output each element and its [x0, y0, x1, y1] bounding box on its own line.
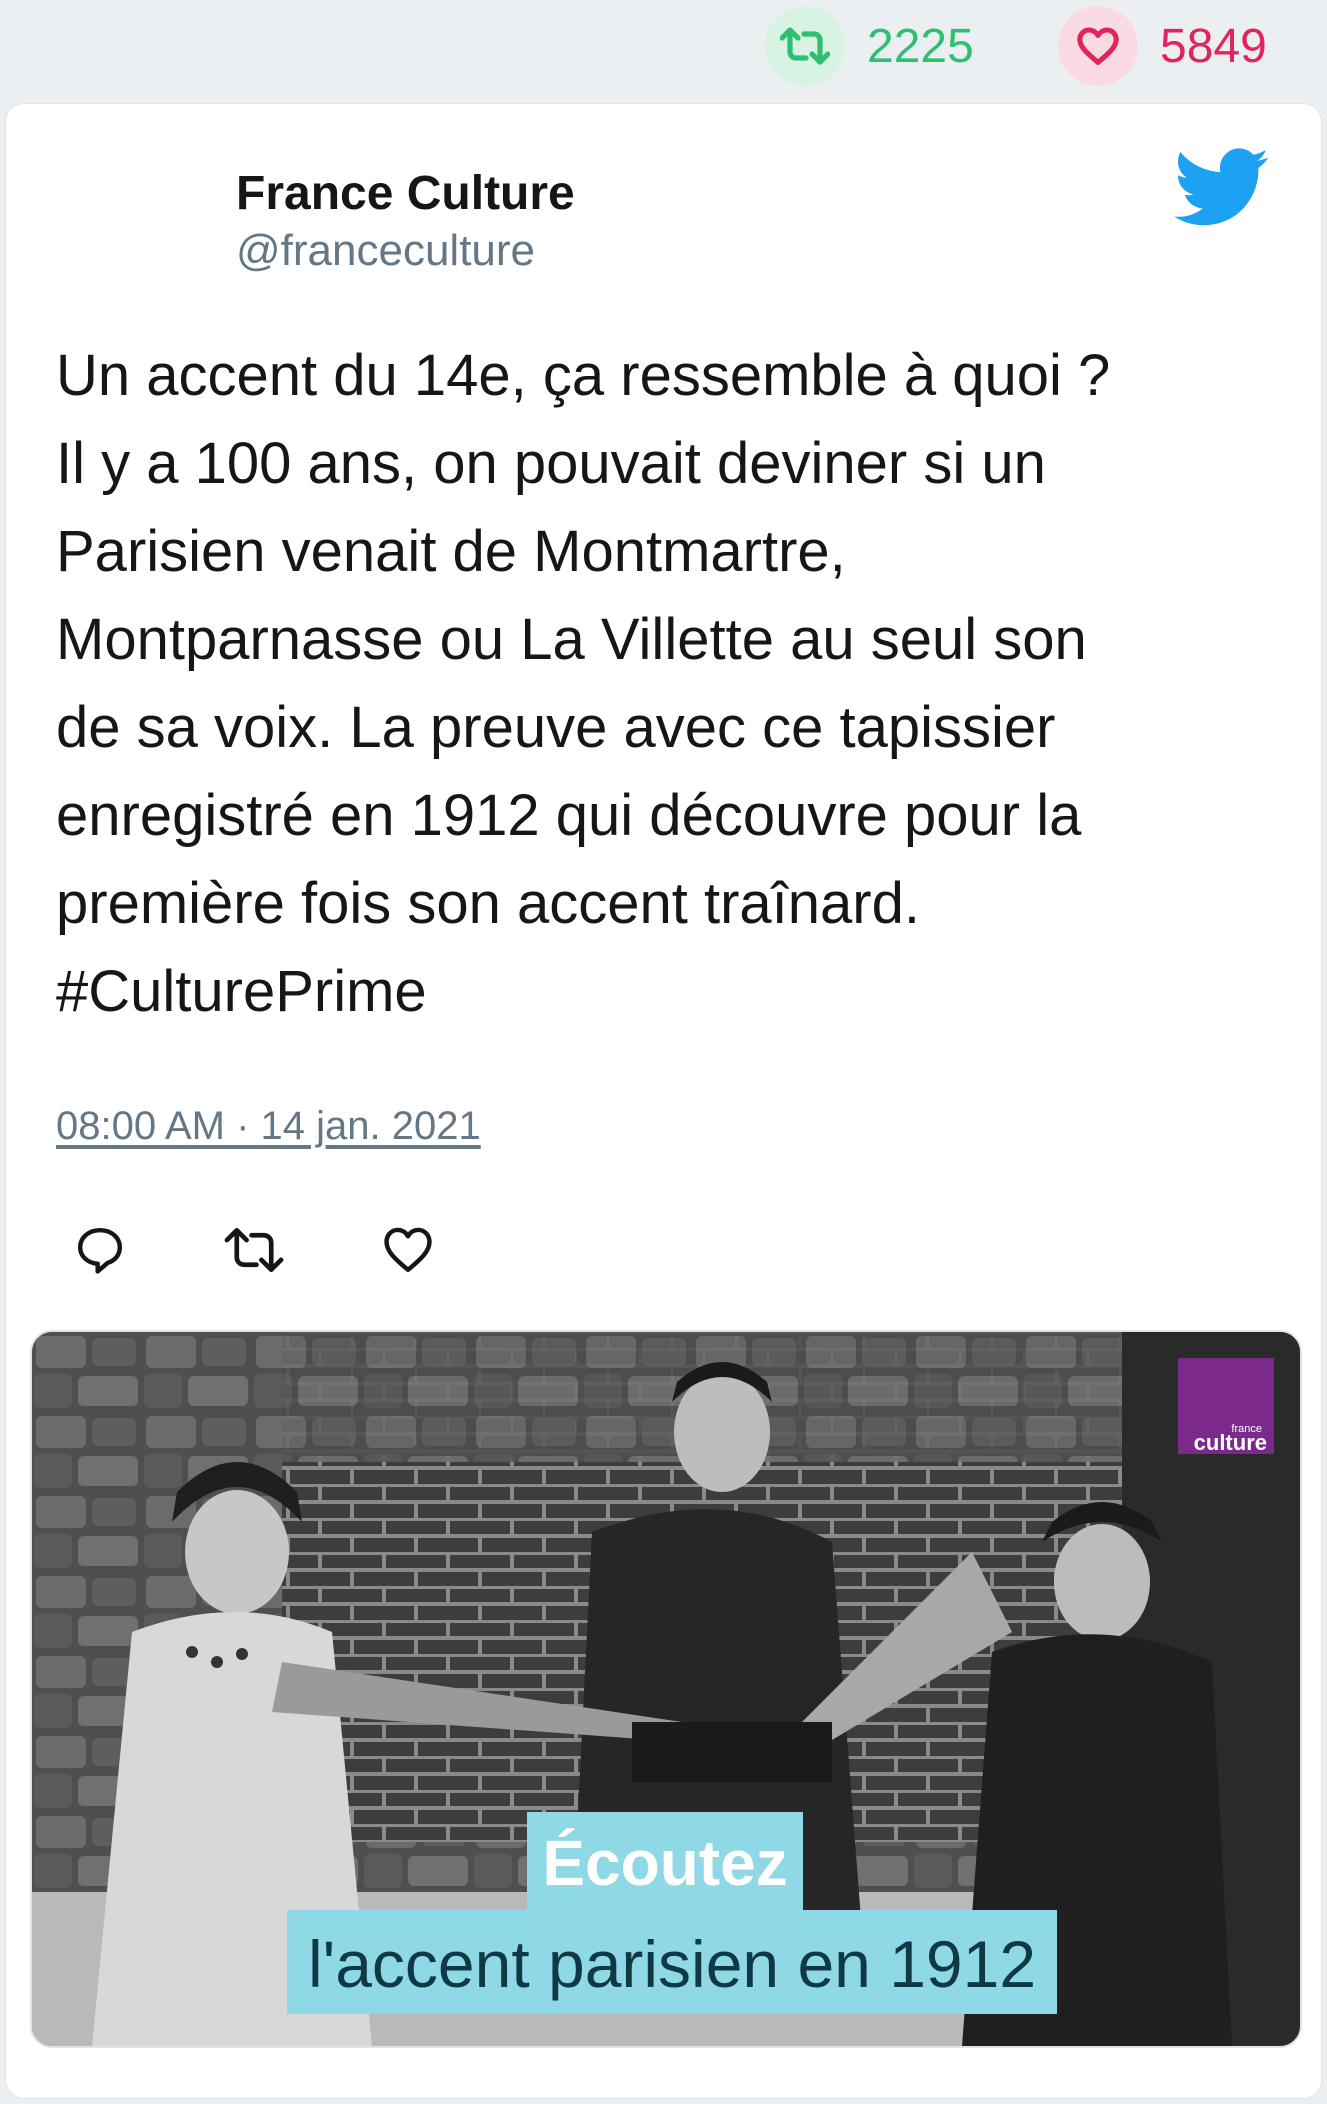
heart-icon [1058, 6, 1138, 86]
retweet-action-icon[interactable] [222, 1222, 286, 1283]
caption-line-2: l'accent parisien en 1912 [308, 1927, 1036, 2001]
tweet-timestamp[interactable]: 08:00 AM · 14 jan. 2021 [56, 1104, 481, 1149]
reply-icon[interactable] [72, 1222, 128, 1283]
like-count-value: 5849 [1160, 19, 1267, 73]
author-handle[interactable]: @franceculture [236, 226, 535, 276]
logo-big-text: culture [1194, 1430, 1267, 1455]
author-name[interactable]: France Culture [236, 166, 575, 221]
tweet-text: Un accent du 14e, ça ressemble à quoi ? … [56, 343, 1111, 1024]
retweet-count[interactable]: 2225 [765, 6, 974, 86]
tweet-card: France Culture @franceculture Un accent … [6, 104, 1321, 2098]
retweet-count-value: 2225 [867, 19, 974, 73]
like-action-icon[interactable] [380, 1222, 436, 1283]
caption-line-1: Écoutez [542, 1827, 787, 1899]
retweet-icon [765, 6, 845, 86]
like-count[interactable]: 5849 [1058, 6, 1267, 86]
twitter-bird-icon[interactable] [1174, 148, 1270, 233]
media-image[interactable]: france culture Écoutez l'accent parisien… [30, 1330, 1302, 2048]
engagement-stats: 2225 5849 [0, 0, 1327, 100]
